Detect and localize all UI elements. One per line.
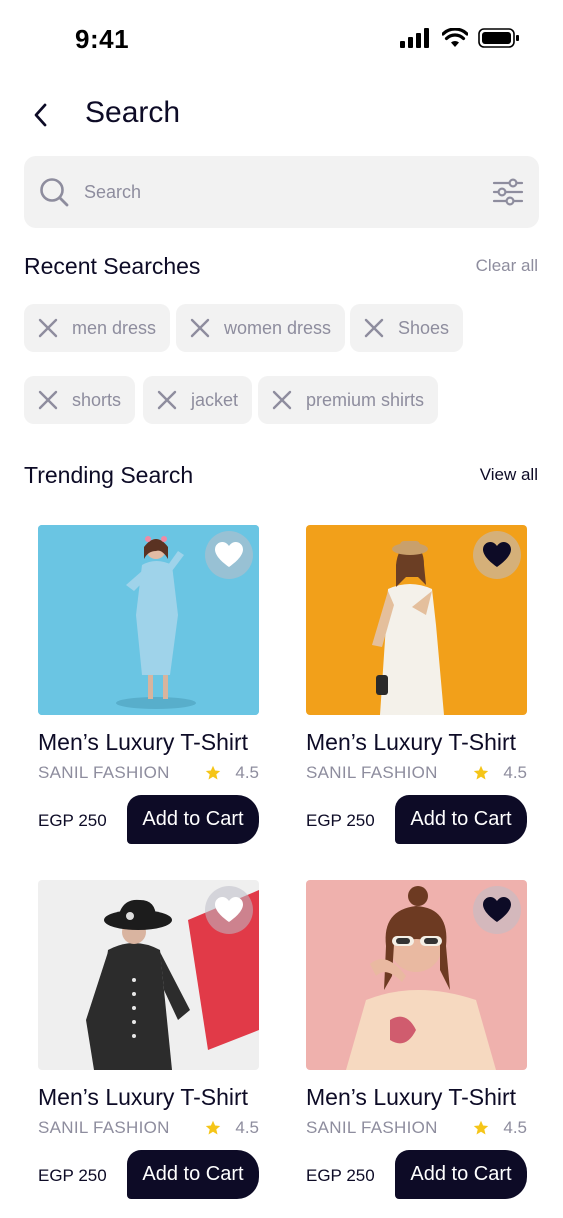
product-rating: 4.5 [473,1118,527,1138]
product-image [38,525,259,715]
search-input[interactable] [84,174,474,210]
trending-search-title: Trending Search [24,462,194,488]
status-bar: 9:41 [0,0,563,80]
product-rating: 4.5 [205,1118,259,1138]
recent-chip[interactable]: men dress [24,304,171,352]
close-icon[interactable] [270,388,294,412]
page-title: Search [85,96,181,129]
recent-chip[interactable]: shorts [24,376,136,424]
chip-label: men dress [72,317,157,338]
rating-value: 4.5 [503,763,527,782]
chip-label: premium shirts [306,389,425,410]
product-card[interactable]: Men’s Luxury T-Shirt SANIL FASHION 4.5 E… [38,880,259,1200]
close-icon[interactable] [36,388,60,412]
heart-filled-icon [483,542,511,567]
product-rating: 4.5 [473,763,527,783]
product-brand: SANIL FASHION [38,763,170,782]
product-card[interactable]: Men’s Luxury T-Shirt SANIL FASHION 4.5 E… [306,525,527,845]
rating-value: 4.5 [235,1118,259,1137]
chip-label: Shoes [398,317,450,338]
search-bar [24,156,539,228]
product-name: Men’s Luxury T-Shirt [306,1084,517,1110]
product-brand: SANIL FASHION [38,1118,170,1137]
add-to-cart-button[interactable]: Add to Cart [127,1150,259,1199]
filter-icon[interactable] [492,176,524,208]
product-image [306,525,527,715]
chip-label: shorts [72,389,122,410]
product-brand: SANIL FASHION [306,763,438,782]
product-name: Men’s Luxury T-Shirt [306,729,517,755]
chip-label: jacket [191,389,239,410]
cellular-signal-icon [400,28,429,48]
clear-all-link[interactable]: Clear all [476,256,538,276]
chip-label: women dress [224,317,332,338]
status-time: 9:41 [75,24,130,54]
chevron-left-icon [34,103,47,127]
view-all-link[interactable]: View all [480,465,538,485]
heart-icon [215,542,243,567]
heart-filled-icon [483,897,511,922]
back-button[interactable] [24,98,58,132]
product-brand: SANIL FASHION [306,1118,438,1137]
close-icon[interactable] [362,316,386,340]
product-name: Men’s Luxury T-Shirt [38,1084,249,1110]
star-icon [474,765,489,780]
search-icon [40,178,69,207]
product-image [38,880,259,1070]
recent-chip[interactable]: jacket [143,376,253,424]
product-rating: 4.5 [205,763,259,783]
product-price: EGP 250 [38,811,107,830]
add-to-cart-button[interactable]: Add to Cart [127,795,259,844]
header: Search [24,90,539,138]
battery-icon [478,28,519,48]
recent-chip[interactable]: women dress [176,304,346,352]
product-image [306,880,527,1070]
add-to-cart-button[interactable]: Add to Cart [395,1150,527,1199]
heart-icon [215,897,243,922]
favorite-button[interactable] [473,886,521,934]
close-icon[interactable] [36,316,60,340]
close-icon[interactable] [188,316,212,340]
recent-chip[interactable]: Shoes [350,304,464,352]
star-icon [206,1120,221,1135]
product-price: EGP 250 [38,1166,107,1185]
product-card[interactable]: Men’s Luxury T-Shirt SANIL FASHION 4.5 E… [306,880,527,1200]
recent-searches-title: Recent Searches [24,253,201,279]
favorite-button[interactable] [205,531,253,579]
rating-value: 4.5 [503,1118,527,1137]
product-price: EGP 250 [306,811,375,830]
status-icons [400,28,520,48]
favorite-button[interactable] [205,886,253,934]
rating-value: 4.5 [235,763,259,782]
recent-chip[interactable]: premium shirts [258,376,439,424]
product-price: EGP 250 [306,1166,375,1185]
product-name: Men’s Luxury T-Shirt [38,729,249,755]
product-card[interactable]: Men’s Luxury T-Shirt SANIL FASHION 4.5 E… [38,525,259,845]
favorite-button[interactable] [473,531,521,579]
star-icon [474,1120,489,1135]
add-to-cart-button[interactable]: Add to Cart [395,795,527,844]
star-icon [206,765,221,780]
close-icon[interactable] [155,388,179,412]
wifi-icon [442,28,468,47]
